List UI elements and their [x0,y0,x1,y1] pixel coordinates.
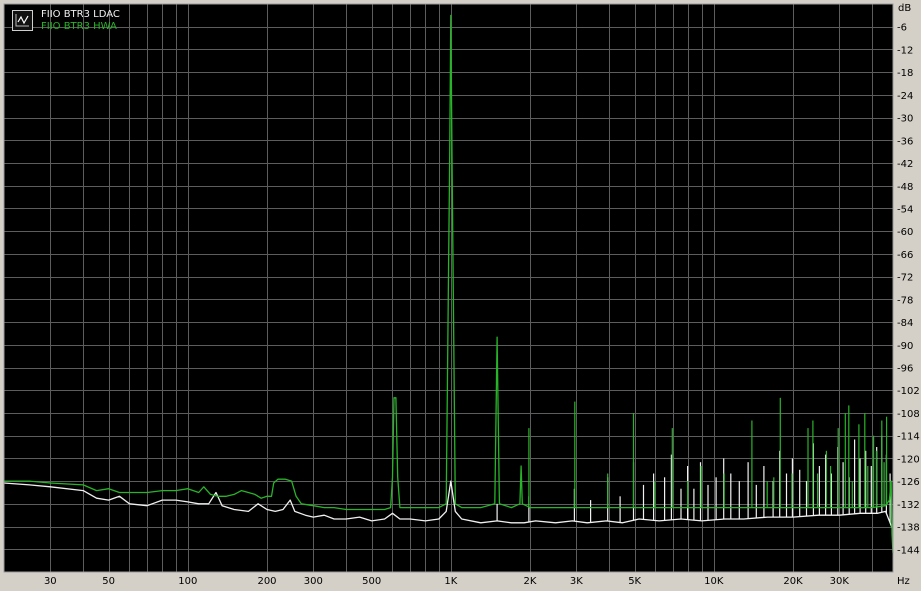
y-tick-label: -90 [897,341,913,352]
x-tick-label: 50 [102,576,115,587]
y-tick-label: -24 [897,91,913,102]
x-tick-label: 200 [257,576,276,587]
y-axis-label: dB [898,3,911,14]
y-tick-label: -48 [897,182,913,193]
y-tick-label: -102 [897,386,920,397]
y-tick-label: -12 [897,45,913,56]
x-tick-label: 500 [362,576,381,587]
y-tick-label: -72 [897,273,913,284]
y-tick-label: -132 [897,500,920,511]
y-tick-label: -96 [897,364,913,375]
x-tick-label: 30K [830,576,850,587]
y-tick-label: -78 [897,295,913,306]
x-tick-label: 30 [44,576,57,587]
y-tick-label: -114 [897,432,920,443]
y-tick-label: -144 [897,545,920,556]
y-tick-label: -30 [897,114,913,125]
y-tick-label: -6 [897,23,907,34]
x-tick-label: 100 [178,576,197,587]
x-axis-tick-labels: 30 50 100 200 300 500 1K 2K 3K 5K 10K 20K 30K [44,576,849,587]
y-tick-label: -84 [897,318,913,329]
y-tick-label: -42 [897,159,913,170]
y-tick-label: -108 [897,409,920,420]
x-tick-label: 20K [783,576,803,587]
legend: FIIO BTR3 LDAC FIIO BTR3 HWA [12,7,148,37]
legend-entry-ldac: FIIO BTR3 LDAC [41,9,120,20]
legend-entry-hwa: FIIO BTR3 HWA [41,21,117,32]
x-axis-label: Hz [897,576,910,587]
y-tick-label: -120 [897,454,920,465]
y-tick-label: -138 [897,523,920,534]
y-tick-label: -36 [897,136,913,147]
y-axis-tick-labels: -6 -12 -18 -24 -30 -36 -42 -48 -54 -60 -66 -72 -78 -8… [897,23,920,557]
y-tick-label: -54 [897,204,913,215]
x-tick-label: 10K [704,576,724,587]
spectrum-chart: -6 -12 -18 -24 -30 -36 -42 -48 -54 -60 -66 -72 -78 -8… [3,3,920,587]
y-tick-label: -66 [897,250,913,261]
x-tick-label: 3K [570,576,583,587]
y-tick-label: -60 [897,227,913,238]
x-tick-label: 2K [524,576,537,587]
x-tick-label: 300 [304,576,323,587]
x-tick-label: 1K [444,576,457,587]
y-tick-label: -18 [897,68,913,79]
chart-icon [12,10,33,31]
y-tick-label: -126 [897,477,920,488]
x-tick-label: 5K [628,576,641,587]
